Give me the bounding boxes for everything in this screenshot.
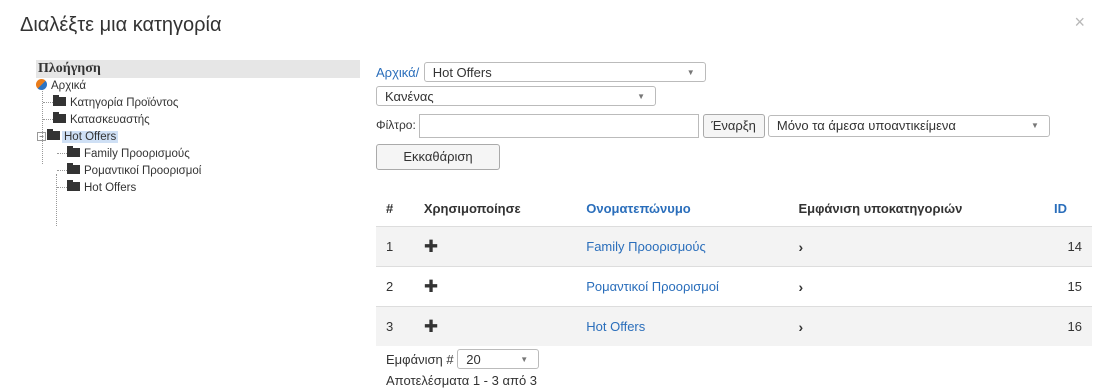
child-category-select[interactable]: Κανένας ▼ (376, 86, 656, 106)
plus-icon[interactable]: ✚ (424, 237, 438, 256)
page-size-select[interactable]: 20 ▼ (457, 349, 540, 369)
row-id: 16 (1044, 306, 1092, 346)
tree-panel: Πλοήγηση Αρχικά Κατηγορία Προϊόντος Κατα… (36, 60, 360, 226)
col-header-use: Χρησιμοποίησε (423, 200, 521, 216)
col-header-name[interactable]: Ονοματεπώνυμο (576, 190, 788, 227)
dialog-title: Διαλέξτε μια κατηγορία (20, 14, 222, 36)
plus-icon[interactable]: ✚ (424, 277, 438, 296)
tree-header: Πλοήγηση (36, 60, 360, 78)
close-icon[interactable]: × (1074, 12, 1085, 33)
col-header-id[interactable]: ID (1044, 190, 1092, 227)
row-name-link[interactable]: Family Προορισμούς (576, 226, 789, 267)
filter-input[interactable] (419, 113, 700, 138)
tree-node-hot-offers-child[interactable]: Hot Offers (36, 180, 360, 197)
filter-label: Φίλτρο: (376, 118, 416, 132)
scope-select-value: Μόνο τα άμεσα υποαντικείμενα (776, 117, 956, 133)
row-number: 1 (376, 226, 414, 267)
table-row: 3 ✚ Hot Offers › 16 (376, 306, 1092, 346)
category-select[interactable]: Hot Offers ▼ (423, 62, 706, 82)
dropdown-caret-icon: ▼ (520, 355, 529, 364)
chevron-right-icon[interactable]: › (798, 319, 803, 335)
results-table: # Χρησιμοποίησε Ονοματεπώνυμο Εμφάνιση υ… (376, 190, 1092, 346)
folder-icon (53, 112, 66, 124)
row-number: 3 (376, 306, 414, 346)
breadcrumb-home-link[interactable]: Αρχικά/ (376, 65, 419, 80)
tree-node-label: Ρομαντικοί Προορισμοί (84, 165, 202, 177)
plus-icon[interactable]: ✚ (424, 317, 438, 336)
page-size-value: 20 (466, 352, 481, 367)
row-number: 2 (376, 266, 414, 307)
tree-node-label: Κατασκευαστής (70, 114, 150, 126)
dropdown-caret-icon: ▼ (686, 68, 695, 77)
browse-panel: Αρχικά/ Hot Offers ▼ Κανένας ▼ Φίλτρο: Ένα… (376, 62, 1101, 388)
tree-node-family[interactable]: Family Προορισμούς (36, 146, 360, 163)
category-select-value: Hot Offers (432, 65, 492, 80)
chevron-right-icon[interactable]: › (798, 279, 803, 295)
row-name-link[interactable]: Ρομαντικοί Προορισμοί (576, 266, 789, 307)
row-id: 14 (1044, 226, 1092, 267)
tree-node-label: Hot Offers (62, 131, 119, 143)
collapse-icon[interactable]: − (37, 132, 46, 142)
folder-icon (67, 180, 80, 192)
clear-button[interactable]: Εκκαθάριση (376, 144, 500, 170)
tree-node-label: Family Προορισμούς (84, 148, 190, 160)
chevron-right-icon[interactable]: › (798, 239, 803, 255)
start-button[interactable]: Έναρξη (702, 113, 765, 138)
results-count: Αποτελέσματα 1 - 3 από 3 (386, 373, 538, 388)
row-id: 15 (1044, 266, 1092, 307)
dropdown-caret-icon: ▼ (637, 92, 645, 101)
table-row: 1 ✚ Family Προορισμούς › 14 (376, 226, 1092, 267)
child-category-select-value: Κανένας (385, 89, 434, 104)
folder-open-icon (47, 129, 60, 141)
col-header-number: # (386, 200, 394, 216)
folder-icon (53, 95, 66, 107)
tree-node-home[interactable]: Αρχικά (36, 78, 360, 95)
tree-node-label: Κατηγορία Προϊόντος (70, 97, 179, 109)
tree-node-label: Hot Offers (84, 182, 137, 194)
scope-select[interactable]: Μόνο τα άμεσα υποαντικείμενα ▼ (767, 114, 1050, 137)
folder-icon (67, 163, 80, 175)
row-name-link[interactable]: Hot Offers (576, 306, 789, 346)
tree-node-manufacturer[interactable]: Κατασκευαστής (36, 112, 360, 129)
col-header-show-subcategories: Εμφάνιση υποκατηγοριών (798, 200, 963, 216)
table-header-row: # Χρησιμοποίησε Ονοματεπώνυμο Εμφάνιση υ… (376, 190, 1092, 227)
home-icon (36, 79, 47, 91)
tree-node-romantic[interactable]: Ρομαντικοί Προορισμοί (36, 163, 360, 180)
tree-node-product-category[interactable]: Κατηγορία Προϊόντος (36, 95, 360, 112)
folder-icon (67, 146, 80, 158)
table-row: 2 ✚ Ρομαντικοί Προορισμοί › 15 (376, 266, 1092, 307)
dropdown-caret-icon: ▼ (1030, 120, 1039, 130)
tree-node-hot-offers[interactable]: − Hot Offers (36, 129, 360, 146)
tree-node-label: Αρχικά (51, 80, 87, 92)
page-size-label: Εμφάνιση # (386, 352, 454, 367)
